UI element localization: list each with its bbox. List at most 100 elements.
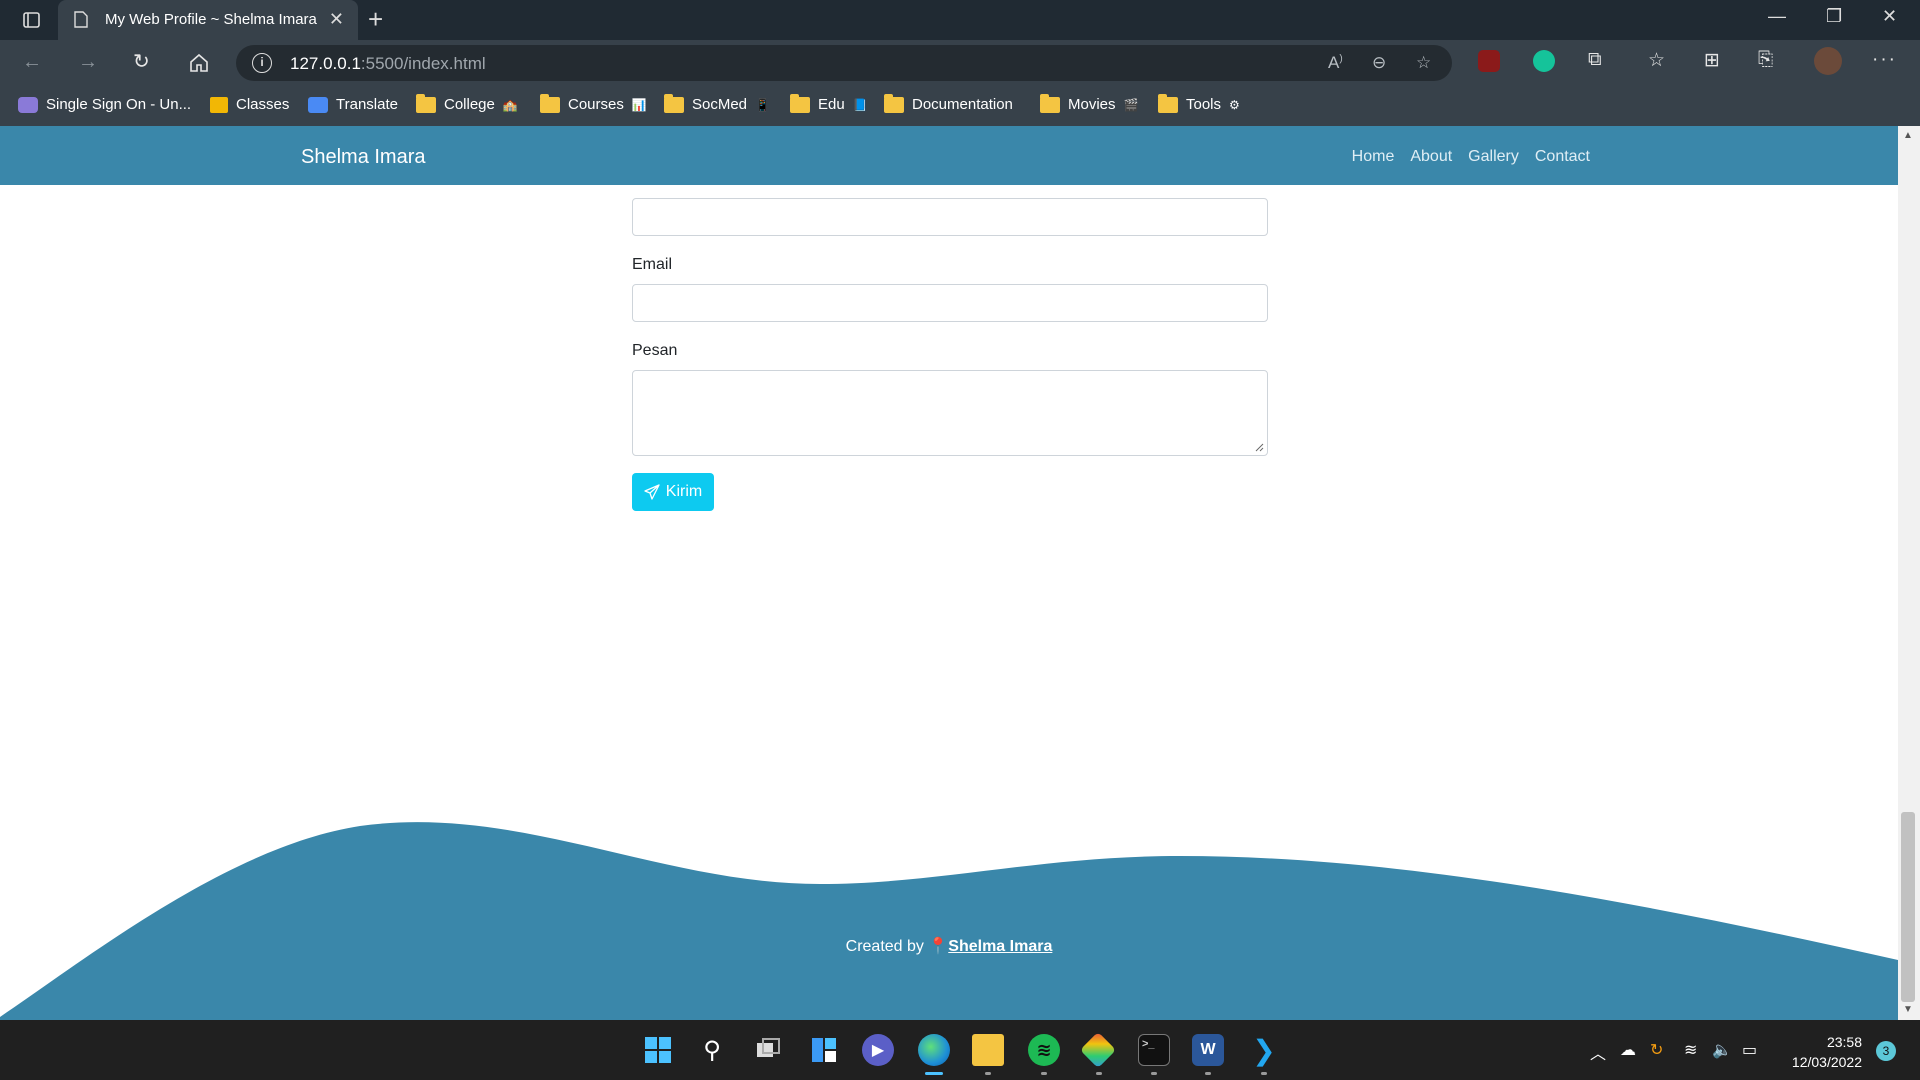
task-view-icon[interactable]	[752, 1034, 784, 1066]
bookmark-sso[interactable]: Single Sign On - Un...	[18, 96, 191, 113]
folder-icon	[664, 93, 684, 113]
page-scrollbar[interactable]: ▲ ▼	[1898, 126, 1920, 1020]
resize-handle-icon[interactable]	[1254, 442, 1264, 452]
email-field[interactable]	[632, 284, 1268, 322]
bookmark-translate[interactable]: Translate	[308, 96, 398, 113]
site-brand[interactable]: Shelma Imara	[301, 146, 426, 169]
vscode-icon[interactable]: ❯	[1248, 1034, 1280, 1066]
browser-toolbar: ← → ↻ i 127.0.0.1:5500/index.html A) ⊖ ☆…	[0, 40, 1920, 86]
restore-icon[interactable]: ❐	[1826, 6, 1842, 27]
browser-tab[interactable]: My Web Profile ~ Shelma Imara ✕	[58, 0, 358, 40]
back-icon[interactable]: ←	[22, 50, 42, 74]
spotify-icon[interactable]: ≋	[1028, 1034, 1060, 1066]
battery-icon[interactable]: ▭	[1742, 1040, 1757, 1060]
scroll-up-icon[interactable]: ▲	[1903, 130, 1913, 141]
zoom-out-icon[interactable]: ⊖	[1372, 53, 1386, 73]
footer-wave	[0, 822, 1898, 1020]
chevron-up-icon[interactable]: ︿	[1590, 1040, 1606, 1064]
send-button[interactable]: Kirim	[632, 473, 714, 511]
terminal-running-indicator	[1151, 1072, 1157, 1075]
terminal-icon[interactable]: >_	[1138, 1034, 1170, 1066]
favorites-icon[interactable]: ☆	[1648, 49, 1665, 72]
wifi-icon[interactable]: ≋	[1684, 1040, 1697, 1060]
teams-chat-icon[interactable]: ▶	[862, 1034, 894, 1066]
home-icon[interactable]	[188, 52, 210, 74]
bookmark-college[interactable]: College 🏫	[416, 93, 518, 113]
word-icon[interactable]: W	[1192, 1034, 1224, 1066]
nav-contact[interactable]: Contact	[1535, 148, 1590, 166]
email-label: Email	[632, 256, 673, 273]
explorer-running-indicator	[985, 1072, 991, 1075]
minimize-icon[interactable]: —	[1768, 6, 1786, 27]
web-page: Email Pesan Kirim Created by 📍Shelma Ima…	[0, 126, 1898, 1020]
file-explorer-icon[interactable]	[972, 1034, 1004, 1066]
git-running-indicator	[1096, 1072, 1102, 1075]
bookmark-movies[interactable]: Movies 🎬	[1040, 93, 1138, 113]
extensions-icon[interactable]: ⧉	[1588, 49, 1602, 71]
message-label: Pesan	[632, 342, 678, 359]
folder-icon	[1040, 93, 1060, 113]
ublock-icon[interactable]	[1478, 50, 1500, 72]
footer-credit: Created by 📍Shelma Imara	[845, 938, 1053, 955]
nav-gallery[interactable]: Gallery	[1468, 148, 1519, 166]
more-options-icon[interactable]: ···	[1872, 49, 1897, 71]
forward-icon[interactable]: →	[78, 50, 98, 74]
start-icon[interactable]	[642, 1034, 674, 1066]
tab-actions-icon[interactable]	[12, 8, 48, 32]
translate-icon	[308, 96, 328, 113]
close-window-icon[interactable]: ✕	[1882, 6, 1897, 27]
folder-icon	[790, 93, 810, 113]
url-text: 127.0.0.1:5500/index.html	[290, 54, 486, 73]
word-running-indicator	[1205, 1072, 1211, 1075]
name-field[interactable]	[632, 198, 1268, 236]
site-navbar: Shelma Imara Home About Gallery Contact	[0, 126, 1898, 185]
system-clock[interactable]: 23:58 12/03/2022	[1770, 1032, 1862, 1072]
edge-icon[interactable]	[918, 1034, 950, 1066]
pin-icon: 📍	[928, 938, 949, 955]
widgets-icon[interactable]	[808, 1034, 840, 1066]
send-icon	[644, 484, 660, 500]
tab-title: My Web Profile ~ Shelma Imara	[105, 11, 317, 28]
page-icon	[74, 11, 88, 28]
read-aloud-icon[interactable]: A)	[1328, 53, 1343, 73]
new-tab-icon[interactable]: +	[368, 6, 383, 32]
folder-icon	[540, 93, 560, 113]
sso-icon	[18, 96, 38, 113]
bookmark-courses[interactable]: Courses 📊	[540, 93, 647, 113]
screenshot-icon[interactable]: ⎘	[1758, 49, 1773, 71]
add-favorite-icon[interactable]: ☆	[1416, 53, 1431, 73]
folder-icon	[416, 93, 436, 113]
nav-about[interactable]: About	[1410, 148, 1452, 166]
close-tab-icon[interactable]: ✕	[329, 9, 344, 30]
volume-icon[interactable]: 🔈	[1712, 1040, 1732, 1060]
nav-links: Home About Gallery Contact	[1352, 148, 1590, 166]
address-bar[interactable]: i 127.0.0.1:5500/index.html A) ⊖ ☆	[236, 45, 1452, 81]
search-icon[interactable]: ⚲	[696, 1034, 728, 1066]
refresh-icon[interactable]: ↻	[133, 50, 150, 74]
taskbar: ⚲ ▶ ≋ >_ W ❯ ︿ ☁ ↻ ≋ 🔈 ▭ 23:58 12/03/202…	[0, 1020, 1920, 1080]
sync-icon[interactable]: ↻	[1650, 1040, 1663, 1060]
bookmark-edu[interactable]: Edu 📘	[790, 93, 868, 113]
bookmark-documentation[interactable]: Documentation	[884, 93, 1013, 113]
author-link[interactable]: Shelma Imara	[948, 938, 1052, 955]
bookmark-socmed[interactable]: SocMed 📱	[664, 93, 770, 113]
grammarly-icon[interactable]	[1533, 50, 1555, 72]
title-bar: My Web Profile ~ Shelma Imara ✕ + — ❐ ✕	[0, 0, 1920, 40]
scroll-down-icon[interactable]: ▼	[1903, 1004, 1913, 1015]
spotify-running-indicator	[1041, 1072, 1047, 1075]
collections-icon[interactable]: ⊞	[1704, 49, 1720, 72]
notification-badge[interactable]: 3	[1876, 1041, 1896, 1061]
folder-icon	[884, 93, 904, 113]
message-field[interactable]	[632, 370, 1268, 456]
info-icon[interactable]: i	[252, 53, 272, 73]
bookmark-tools[interactable]: Tools ⚙	[1158, 93, 1240, 113]
git-tool-icon[interactable]	[1079, 1031, 1117, 1069]
nav-home[interactable]: Home	[1352, 148, 1395, 166]
onedrive-icon[interactable]: ☁	[1620, 1040, 1636, 1060]
classroom-icon	[210, 96, 228, 113]
folder-icon	[1158, 93, 1178, 113]
bookmark-classes[interactable]: Classes	[210, 96, 289, 113]
avatar[interactable]	[1814, 47, 1842, 75]
scroll-thumb[interactable]	[1901, 812, 1915, 1002]
bookmarks-bar: Single Sign On - Un... Classes Translate…	[0, 86, 1920, 126]
